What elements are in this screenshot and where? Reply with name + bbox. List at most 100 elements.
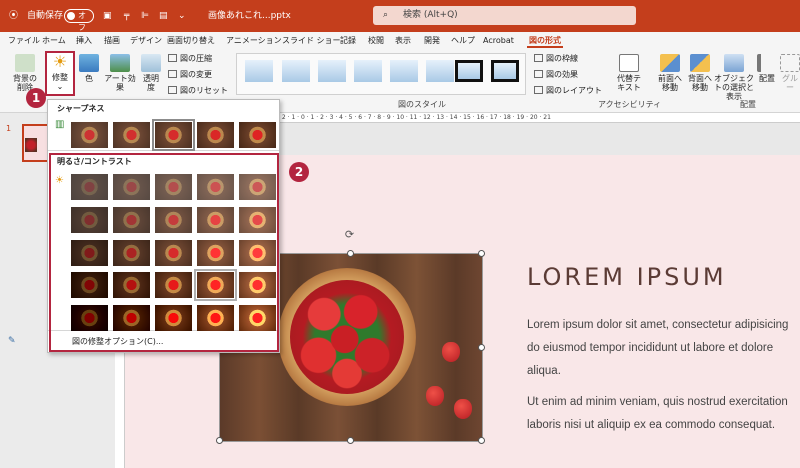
- thumbnail-image: [25, 138, 37, 152]
- selection-pane-button[interactable]: オブジェクトの選択と表示: [714, 54, 754, 101]
- menu-bar: ファイル ホーム 挿入 描画 デザイン 画面切り替え アニメーション スライド ショー 記録 校閲…: [0, 32, 800, 49]
- resize-handle[interactable]: [478, 437, 485, 444]
- style-thumb[interactable]: [354, 60, 382, 82]
- picture-layout-button[interactable]: 図のレイアウト: [534, 85, 602, 96]
- change-picture-button[interactable]: 図の変更: [168, 69, 212, 80]
- menu-tab[interactable]: ヘルプ: [451, 35, 475, 47]
- menu-tab[interactable]: 描画: [104, 35, 120, 47]
- horizontal-ruler: 2 · 1 · 0 · 1 · 2 · 3 · 4 · 5 · 6 · 7 · …: [280, 113, 800, 123]
- resize-handle[interactable]: [347, 437, 354, 444]
- menu-tab[interactable]: 表示: [395, 35, 411, 47]
- brightness-contrast-highlight: [49, 153, 279, 352]
- compress-icon: [168, 54, 177, 62]
- slide-title[interactable]: LOREM IPSUM: [527, 263, 727, 291]
- picture-styles-group-label: 図のスタイル: [398, 100, 446, 109]
- transparency-button[interactable]: 透明度: [140, 54, 162, 92]
- alt-text-button[interactable]: 代替テキスト: [614, 54, 644, 92]
- picture-corrections-options-link[interactable]: 図の修整オプション(C)...: [72, 336, 163, 347]
- group-label: グルー: [782, 74, 798, 92]
- alt-text-icon: [619, 54, 639, 72]
- callout-badge-1: 1: [26, 88, 46, 108]
- callout-badge-2: 2: [289, 162, 309, 182]
- correction-preset-thumbnail[interactable]: [113, 122, 150, 148]
- style-thumb[interactable]: [426, 60, 454, 82]
- corrections-button[interactable]: ☀ 修整 ⌄: [45, 51, 75, 96]
- resize-handle[interactable]: [216, 437, 223, 444]
- color-label: 色: [85, 74, 93, 83]
- color-button[interactable]: 色: [79, 54, 99, 83]
- menu-tab[interactable]: 記録: [340, 35, 356, 47]
- divider: [48, 150, 279, 151]
- slide-body-line[interactable]: Ut enim ad minim veniam, quis nostrud ex…: [527, 395, 788, 409]
- remove-background-icon: [15, 54, 35, 72]
- slide-thumbnail[interactable]: [22, 124, 50, 162]
- correction-preset-thumbnail[interactable]: [197, 122, 234, 148]
- menu-tab[interactable]: ホーム: [42, 35, 66, 47]
- style-thumb[interactable]: [455, 60, 483, 82]
- menu-tab[interactable]: 開発: [424, 35, 440, 47]
- resize-handle[interactable]: [478, 250, 485, 257]
- remove-background-button[interactable]: 背景の削除: [10, 54, 40, 92]
- selection-pane-icon: [724, 54, 744, 72]
- picture-border-button[interactable]: 図の枠線: [534, 53, 578, 64]
- align-icon[interactable]: ⊫: [141, 9, 149, 23]
- bring-forward-button[interactable]: 前面へ移動: [656, 54, 684, 92]
- dropdown-chevron-icon: ⌄: [56, 82, 64, 91]
- sharpness-icon: ▥: [55, 119, 65, 130]
- menu-tab[interactable]: 校閲: [368, 35, 384, 47]
- menu-tab[interactable]: アニメーション: [226, 35, 282, 47]
- style-thumb[interactable]: [245, 60, 273, 82]
- rotate-handle-icon[interactable]: ⟳: [343, 228, 356, 241]
- accessibility-group-label: アクセシビリティ: [598, 100, 662, 109]
- menu-tab[interactable]: 画面切り替え: [167, 35, 215, 47]
- change-label: 図の変更: [180, 70, 212, 79]
- alt-text-label: 代替テキスト: [617, 74, 641, 92]
- resize-handle[interactable]: [347, 250, 354, 257]
- selection-pane-label: オブジェクトの選択と表示: [714, 74, 754, 101]
- picture-effects-button[interactable]: 図の効果: [534, 69, 578, 80]
- correction-preset-thumbnail[interactable]: [152, 119, 195, 151]
- menu-tab[interactable]: ファイル: [8, 35, 40, 47]
- slide-body-line[interactable]: laboris nisi ut aliquip ex ea commodo co…: [527, 418, 775, 432]
- customize-icon[interactable]: ⌄: [178, 9, 186, 23]
- resize-handle[interactable]: [478, 344, 485, 351]
- style-thumb[interactable]: [390, 60, 418, 82]
- powerpoint-logo-icon: ⦿: [9, 11, 19, 21]
- autosave-state: オフ: [78, 11, 86, 32]
- send-backward-button[interactable]: 背面へ移動: [686, 54, 714, 92]
- reset-icon: [168, 86, 177, 94]
- search-input[interactable]: ⌕ 検索 (Alt+Q): [373, 6, 636, 25]
- arrange-group-label: 配置: [740, 100, 756, 109]
- menu-tab[interactable]: 挿入: [76, 35, 92, 47]
- corrections-label: 修整: [52, 73, 68, 82]
- bring-forward-label: 前面へ移動: [658, 74, 682, 92]
- slide-body-line[interactable]: do eiusmod tempor incididunt ut labore e…: [527, 341, 773, 355]
- autosave-toggle[interactable]: オフ: [64, 9, 94, 32]
- style-thumb[interactable]: [318, 60, 346, 82]
- correction-preset-thumbnail[interactable]: [239, 122, 276, 148]
- send-backward-label: 背面へ移動: [688, 74, 712, 92]
- align-button[interactable]: 配置: [756, 54, 778, 83]
- group-button[interactable]: グルー: [780, 54, 800, 92]
- file-name[interactable]: 画像あれこれ...pptx: [208, 9, 291, 23]
- sharpness-header: シャープネス: [57, 104, 105, 113]
- menu-tab[interactable]: Acrobat: [483, 35, 514, 47]
- correction-preset-thumbnail[interactable]: [71, 122, 108, 148]
- picture-corrections-options-icon: ✎: [8, 336, 16, 346]
- save-icon[interactable]: ▣: [103, 9, 112, 23]
- pin-icon[interactable]: ╤: [124, 9, 129, 23]
- layout-icon: [534, 86, 543, 94]
- reset-picture-button[interactable]: 図のリセット: [168, 85, 228, 96]
- menu-tab[interactable]: デザイン: [130, 35, 162, 47]
- send-backward-icon: [690, 54, 710, 72]
- artistic-effects-button[interactable]: アート効果: [103, 54, 137, 92]
- transparency-label: 透明度: [143, 74, 159, 92]
- slide-body-line[interactable]: Lorem ipsum dolor sit amet, consectetur …: [527, 318, 788, 332]
- slide-body-line[interactable]: aliqua.: [527, 364, 561, 378]
- compress-pictures-button[interactable]: 図の圧縮: [168, 53, 212, 64]
- style-thumb[interactable]: [282, 60, 310, 82]
- menu-tab[interactable]: スライド ショー: [282, 35, 341, 47]
- transparency-icon: [141, 54, 161, 72]
- shapes-icon[interactable]: ▤: [159, 9, 168, 23]
- style-thumb[interactable]: [491, 60, 519, 82]
